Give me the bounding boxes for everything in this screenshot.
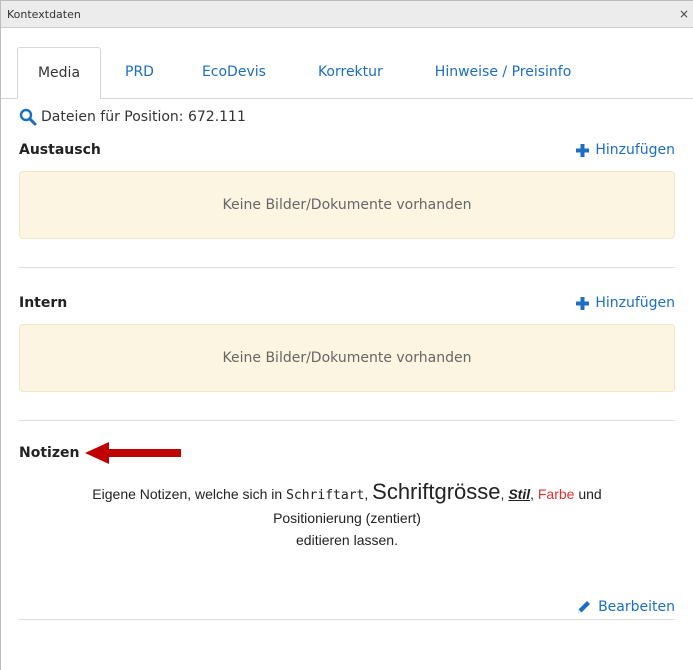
austausch-title: Austausch xyxy=(19,142,101,158)
austausch-empty-text: Keine Bilder/Dokumente vorhanden xyxy=(222,197,472,213)
media-panel: Dateien für Position: 672.111 Austausch … xyxy=(1,99,693,620)
edit-label: Bearbeiten xyxy=(598,599,675,615)
arrow-left-icon xyxy=(85,442,182,464)
plus-icon xyxy=(576,143,590,157)
intern-add-label: Hinzufügen xyxy=(595,295,675,311)
notes-stil: Stil xyxy=(508,486,531,502)
intern-header: Intern Hinzufügen xyxy=(19,288,675,318)
tab-prd[interactable]: PRD xyxy=(101,46,176,98)
notes-schriftart: Schriftart xyxy=(286,488,365,503)
divider xyxy=(19,267,675,268)
notes-line-2: Positionierung (zentiert) xyxy=(273,510,421,526)
position-line: Dateien für Position: 672.111 xyxy=(19,99,675,135)
notes-farbe: Farbe xyxy=(537,486,575,502)
notes-line-3: editieren lassen. xyxy=(296,532,398,548)
tab-korrektur[interactable]: Korrektur xyxy=(292,46,409,98)
notes-content: Eigene Notizen, welche sich in Schriftar… xyxy=(19,481,675,551)
tab-media[interactable]: Media xyxy=(17,47,101,99)
austausch-add-button[interactable]: Hinzufügen xyxy=(576,142,675,158)
intern-empty-text: Keine Bilder/Dokumente vorhanden xyxy=(222,350,472,366)
notes-comma: , xyxy=(530,486,538,502)
close-icon[interactable]: × xyxy=(679,7,693,21)
edit-row: Bearbeiten xyxy=(19,599,675,615)
intern-title: Intern xyxy=(19,295,68,311)
notes-title: Notizen xyxy=(19,445,80,461)
titlebar: Kontextdaten × xyxy=(1,1,693,28)
edit-button[interactable]: Bearbeiten xyxy=(576,599,675,615)
tab-bar: Media PRD EcoDevis Korrektur Hinweise / … xyxy=(1,44,693,99)
austausch-header: Austausch Hinzufügen xyxy=(19,135,675,165)
intern-add-button[interactable]: Hinzufügen xyxy=(576,295,675,311)
notes-und: und xyxy=(574,486,602,502)
intern-empty-box: Keine Bilder/Dokumente vorhanden xyxy=(19,324,675,392)
notes-comma: , xyxy=(364,486,373,502)
austausch-add-label: Hinzufügen xyxy=(595,142,675,158)
pencil-icon xyxy=(578,601,591,613)
tab-hinweise-preisinfo[interactable]: Hinweise / Preisinfo xyxy=(409,46,597,98)
kontextdaten-window: Kontextdaten × Media PRD EcoDevis Korrek… xyxy=(0,0,693,670)
notes-text-part: Eigene Notizen, welche sich in xyxy=(92,486,287,502)
notes-schriftgroesse: Schriftgrösse xyxy=(372,479,501,504)
plus-icon xyxy=(576,296,590,310)
divider xyxy=(19,420,675,421)
divider xyxy=(19,619,675,620)
window-title: Kontextdaten xyxy=(7,7,81,21)
notes-header: Notizen xyxy=(19,439,675,467)
notes-line-1: Eigene Notizen, welche sich in Schriftar… xyxy=(19,481,675,507)
tab-ecodevis[interactable]: EcoDevis xyxy=(176,46,292,98)
position-text: Dateien für Position: 672.111 xyxy=(41,109,246,125)
search-icon[interactable] xyxy=(19,108,37,126)
austausch-empty-box: Keine Bilder/Dokumente vorhanden xyxy=(19,171,675,239)
